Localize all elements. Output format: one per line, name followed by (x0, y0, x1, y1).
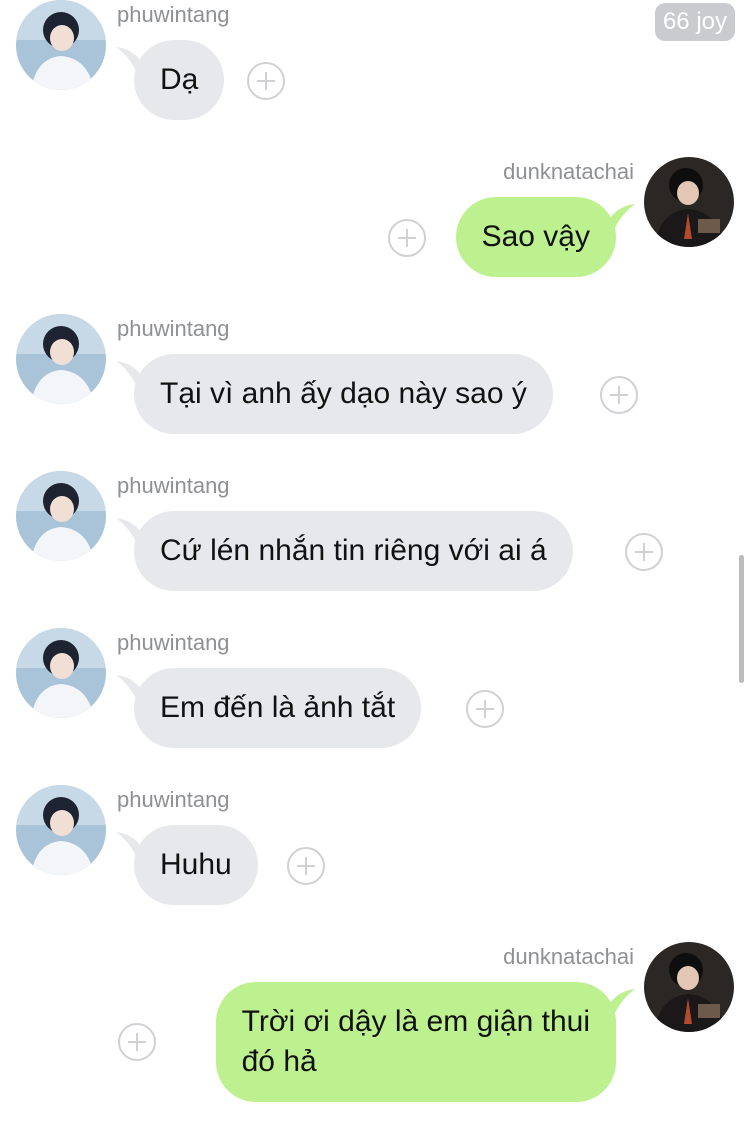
chat-bubble[interactable]: Cứ lén nhắn tin riêng với ai á (134, 511, 573, 591)
unread-count-badge[interactable]: 66 joy (654, 3, 735, 41)
add-reaction-icon[interactable] (625, 533, 663, 571)
add-reaction-icon[interactable] (247, 62, 285, 100)
add-reaction-icon[interactable] (600, 376, 638, 414)
username: phuwintang (117, 316, 230, 341)
username: phuwintang (117, 630, 230, 655)
chat-bubble[interactable]: Huhu (134, 825, 258, 905)
scrollbar[interactable] (739, 555, 744, 683)
avatar-dunknatachai[interactable] (644, 157, 734, 247)
chat-bubble[interactable]: Dạ (134, 40, 225, 120)
username: phuwintang (117, 787, 230, 812)
add-reaction-icon[interactable] (287, 847, 325, 885)
chat-bubble[interactable]: Trời ơi dậy là em giận thui đó hả (215, 982, 616, 1102)
add-reaction-icon[interactable] (466, 690, 504, 728)
chat-bubble[interactable]: Sao vậy (455, 197, 616, 277)
username: phuwintang (117, 2, 230, 27)
avatar-phuwintang[interactable] (16, 628, 106, 718)
chat-bubble[interactable]: Em đến là ảnh tắt (134, 668, 422, 748)
add-reaction-icon[interactable] (118, 1023, 156, 1061)
avatar-phuwintang[interactable] (16, 471, 106, 561)
username: phuwintang (117, 473, 230, 498)
add-reaction-icon[interactable] (388, 219, 426, 257)
username: dunknatachai (503, 944, 634, 969)
chat-bubble[interactable]: Tại vì anh ấy dạo này sao ý (134, 354, 553, 434)
avatar-dunknatachai[interactable] (644, 942, 734, 1032)
username: dunknatachai (503, 159, 634, 184)
avatar-phuwintang[interactable] (16, 785, 106, 875)
avatar-phuwintang[interactable] (16, 0, 106, 90)
avatar-phuwintang[interactable] (16, 314, 106, 404)
